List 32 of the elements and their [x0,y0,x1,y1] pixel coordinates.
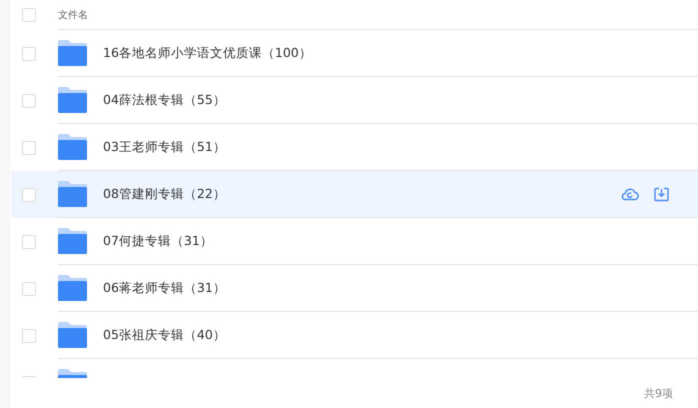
download-icon[interactable] [654,186,669,202]
row-checkbox[interactable] [22,188,36,202]
row-checkbox[interactable] [22,94,36,108]
file-row[interactable]: 16各地名师小学语文优质课（100） [11,30,698,77]
column-header[interactable]: 文件名 [58,8,88,22]
file-row[interactable]: 04薛法根专辑（55） [11,77,698,124]
folder-icon [58,40,87,66]
cloud-icon[interactable] [621,187,639,201]
select-all-checkbox[interactable] [22,8,36,22]
file-row[interactable]: 07何捷专辑（31） [11,218,698,265]
row-checkbox[interactable] [22,234,36,248]
file-name[interactable]: 03王老师专辑（51） [103,138,226,156]
row-checkbox[interactable] [22,282,36,296]
row-checkbox[interactable] [22,46,36,60]
file-row[interactable]: 05张祖庆专辑（40） [11,312,698,359]
folder-icon [58,87,87,113]
row-checkbox[interactable] [22,140,36,154]
folder-icon [58,322,87,348]
folder-icon [58,134,87,160]
item-count: 共9项 [644,386,673,400]
folder-icon [58,275,87,301]
file-name[interactable]: 07何捷专辑（31） [103,232,213,250]
file-name[interactable]: 08管建刚专辑（22） [103,186,226,202]
row-checkbox[interactable] [22,328,36,342]
file-row[interactable]: 08管建刚专辑（22） [11,171,698,218]
file-name[interactable]: 06蒋老师专辑（31） [103,280,226,296]
folder-icon [58,228,87,254]
file-name[interactable]: 16各地名师小学语文优质课（100） [103,44,312,62]
file-name[interactable]: 05张祖庆专辑（40） [103,326,226,344]
file-name[interactable]: 04薛法根专辑（55） [103,92,226,108]
folder-icon [58,181,87,207]
file-row[interactable]: 06蒋老师专辑（31） [11,265,698,312]
